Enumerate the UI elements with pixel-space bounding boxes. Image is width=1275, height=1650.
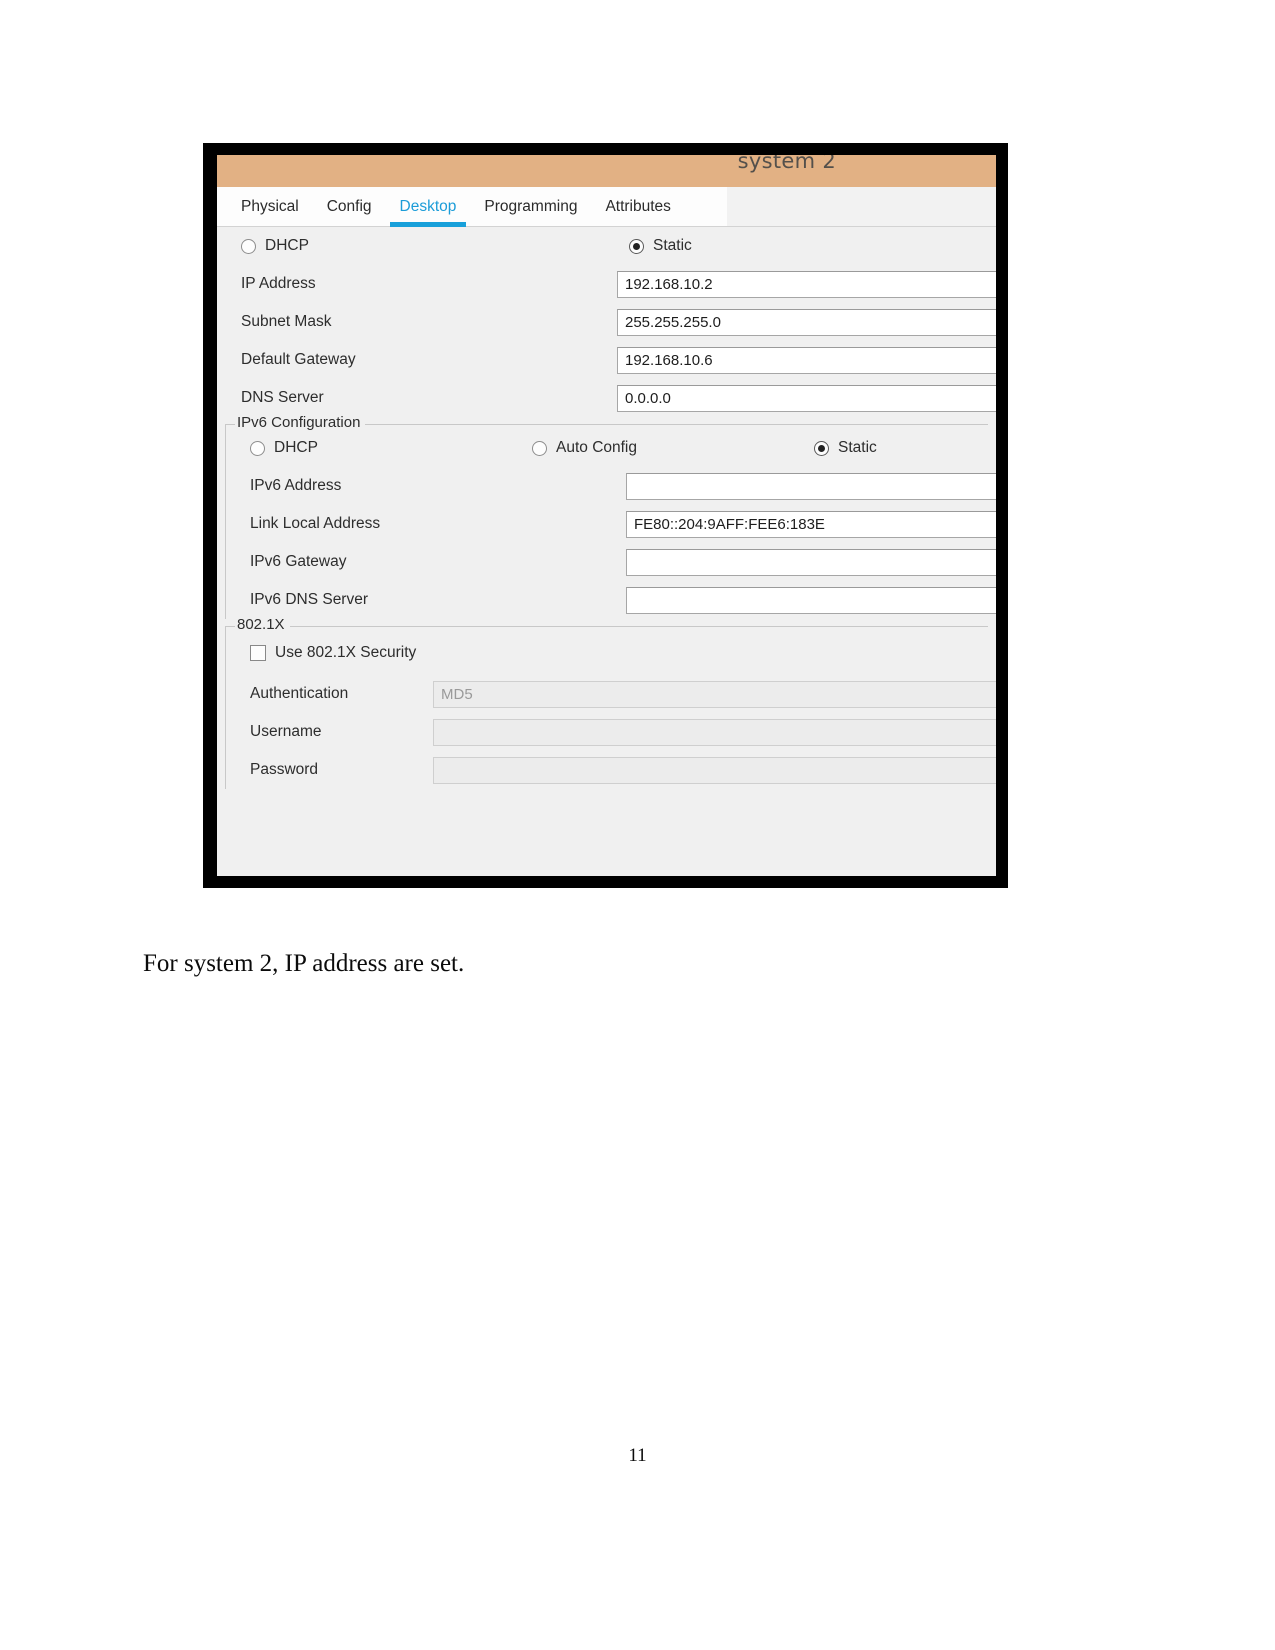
dot1x-checkbox-row[interactable]: Use 802.1X Security xyxy=(226,631,988,675)
ipv6-gateway-input[interactable] xyxy=(626,548,996,576)
ipv6-gateway-row: IPv6 Gateway xyxy=(226,543,996,581)
subnet-mask-label: Subnet Mask xyxy=(241,313,332,330)
ipv4-dhcp-option[interactable]: DHCP xyxy=(241,237,629,255)
tab-programming[interactable]: Programming xyxy=(470,187,591,227)
window-titlebar: system 2 xyxy=(217,155,996,187)
subnet-mask-input[interactable]: 255.255.255.0 xyxy=(617,308,996,336)
ipv6-address-label: IPv6 Address xyxy=(250,477,342,494)
radio-selected-icon[interactable] xyxy=(629,238,644,254)
link-local-address-label: Link Local Address xyxy=(250,515,381,532)
ipv4-mode-row: DHCP Static xyxy=(217,227,996,265)
default-gateway-row: Default Gateway 192.168.10.6 xyxy=(217,341,996,379)
page-number: 11 xyxy=(628,1445,647,1466)
ip-address-label: IP Address xyxy=(241,275,316,292)
checkbox-unchecked-icon[interactable] xyxy=(250,645,266,661)
use-dot1x-security-option[interactable]: Use 802.1X Security xyxy=(250,644,416,662)
ipv6-configuration-group: IPv6 Configuration DHCP Auto Config Stat… xyxy=(225,414,996,619)
link-local-address-input[interactable]: FE80::204:9AFF:FEE6:183E xyxy=(626,510,996,538)
ipv4-static-option[interactable]: Static xyxy=(629,237,692,255)
ipv6-dns-server-input[interactable] xyxy=(626,586,996,614)
ipv4-static-label: Static xyxy=(653,237,692,254)
ipv6-autoconfig-option[interactable]: Auto Config xyxy=(532,439,814,457)
authentication-select[interactable]: MD5 xyxy=(433,680,996,708)
tab-desktop[interactable]: Desktop xyxy=(386,187,471,227)
dns-server-label: DNS Server xyxy=(241,389,324,406)
packet-tracer-window: system 2 Physical Config Desktop Program… xyxy=(217,155,996,876)
radio-unselected-icon[interactable] xyxy=(532,440,547,456)
ipv6-dhcp-option[interactable]: DHCP xyxy=(250,439,532,457)
tab-physical[interactable]: Physical xyxy=(227,187,313,227)
dns-server-row: DNS Server 0.0.0.0 xyxy=(217,379,996,417)
tab-attributes[interactable]: Attributes xyxy=(591,187,684,227)
ipv6-static-option[interactable]: Static xyxy=(814,439,877,457)
ipv6-dns-server-row: IPv6 DNS Server xyxy=(226,581,996,619)
ipv6-dhcp-label: DHCP xyxy=(274,439,318,456)
tab-config[interactable]: Config xyxy=(313,187,386,227)
default-gateway-label: Default Gateway xyxy=(241,351,356,368)
use-dot1x-security-label: Use 802.1X Security xyxy=(275,644,417,661)
default-gateway-input[interactable]: 192.168.10.6 xyxy=(617,346,996,374)
username-row: Username xyxy=(226,713,996,751)
screenshot-figure: system 2 Physical Config Desktop Program… xyxy=(203,143,1008,888)
radio-selected-icon[interactable] xyxy=(814,440,829,456)
dns-server-input[interactable]: 0.0.0.0 xyxy=(617,384,996,412)
document-page: system 2 Physical Config Desktop Program… xyxy=(0,0,1275,1650)
ipv6-autoconfig-label: Auto Config xyxy=(556,439,637,456)
ipv6-gateway-label: IPv6 Gateway xyxy=(250,553,347,570)
ip-address-input[interactable]: 192.168.10.2 xyxy=(617,270,996,298)
ipv6-static-label: Static xyxy=(838,439,877,456)
ipv6-dns-server-label: IPv6 DNS Server xyxy=(250,591,369,608)
window-title: system 2 xyxy=(737,155,836,173)
username-input[interactable] xyxy=(433,718,996,746)
link-local-address-row: Link Local Address FE80::204:9AFF:FEE6:1… xyxy=(226,505,996,543)
subnet-mask-row: Subnet Mask 255.255.255.0 xyxy=(217,303,996,341)
authentication-row: Authentication MD5 xyxy=(226,675,996,713)
password-input[interactable] xyxy=(433,756,996,784)
radio-unselected-icon[interactable] xyxy=(241,238,256,254)
ip-address-row: IP Address 192.168.10.2 xyxy=(217,265,996,303)
ipv6-mode-row: DHCP Auto Config Static xyxy=(226,429,988,467)
ipv6-address-row: IPv6 Address xyxy=(226,467,996,505)
password-label: Password xyxy=(250,761,319,778)
ipv6-address-input[interactable] xyxy=(626,472,996,500)
radio-unselected-icon[interactable] xyxy=(250,440,265,456)
authentication-label: Authentication xyxy=(250,685,349,702)
ipv4-dhcp-label: DHCP xyxy=(265,237,309,254)
figure-caption: For system 2, IP address are set. xyxy=(143,950,465,977)
password-row: Password xyxy=(226,751,996,789)
tab-bar: Physical Config Desktop Programming Attr… xyxy=(217,187,996,227)
username-label: Username xyxy=(250,723,322,740)
dot1x-group: 802.1X Use 802.1X Security Authenticatio… xyxy=(225,616,996,789)
ip-configuration-panel: DHCP Static IP Address 192.168.10.2 Subn… xyxy=(217,227,996,876)
